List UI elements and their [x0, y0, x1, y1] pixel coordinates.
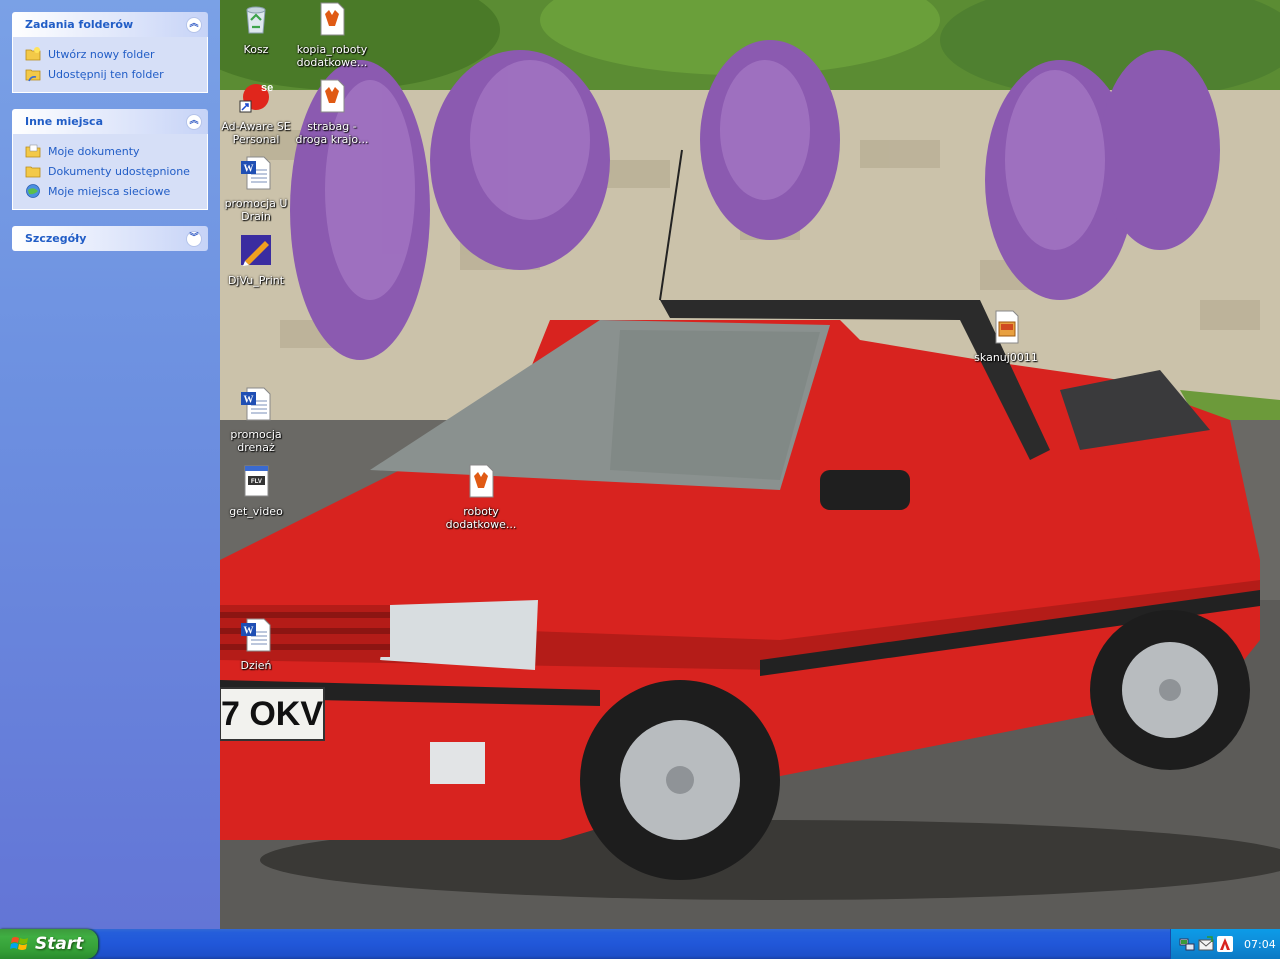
flv-file-icon: FLV: [244, 465, 269, 497]
fox-document-icon: [469, 464, 494, 498]
svg-text:W: W: [244, 164, 254, 175]
desktop-icon-label: kopia_roboty dodatkowe...: [296, 43, 368, 69]
desktop-icon-label: promocja drenaż: [230, 428, 282, 454]
task-label: Udostępnij ten folder: [48, 67, 164, 81]
folder-icon: [25, 144, 41, 158]
task-my-documents[interactable]: Moje dokumenty: [25, 141, 207, 161]
fox-document-icon: [320, 2, 345, 36]
desktop-wallpaper: 7 OKV: [220, 0, 1280, 929]
expand-chevron-icon[interactable]: ︾: [186, 230, 202, 247]
start-label: Start: [35, 934, 84, 954]
desktop-icon-label: Ad-Aware SE Personal: [221, 120, 291, 146]
collapse-chevron-icon[interactable]: ︽: [186, 16, 202, 33]
wallpaper-photo: 7 OKV: [220, 0, 1280, 929]
fox-document-icon: [320, 79, 345, 113]
desktop-icon-label: Kosz: [243, 43, 269, 56]
desktop-icon-label: DjVu_Print: [227, 274, 285, 287]
task-label: Dokumenty udostępnione: [48, 164, 190, 178]
taskbar: Start 07:04: [0, 929, 1280, 959]
task-network-places[interactable]: Moje miejsca sieciowe: [25, 181, 207, 201]
panel-title: Szczegóły: [25, 232, 87, 245]
svg-text:se: se: [261, 82, 273, 94]
panel-other-places: Inne miejsca ︽ Moje dokumenty Dokumenty …: [12, 109, 208, 210]
start-button[interactable]: Start: [0, 929, 98, 959]
image-file-icon: [995, 310, 1019, 344]
word-document-icon: W: [241, 387, 271, 421]
task-shared-documents[interactable]: Dokumenty udostępnione: [25, 161, 207, 181]
desktop-icon-kopia-roboty[interactable]: kopia_roboty dodatkowe...: [294, 2, 370, 69]
desktop-icon-label: get_video: [229, 505, 283, 518]
desktop-icon-recycle-bin[interactable]: Kosz: [218, 2, 294, 56]
svg-text:W: W: [244, 626, 254, 637]
desktop-icon-djvu-print[interactable]: DjVu_Print: [218, 233, 294, 287]
desktop-icon-dzien[interactable]: W Dzień: [218, 618, 294, 672]
panel-header-details[interactable]: Szczegóły ︾: [12, 226, 208, 251]
clock[interactable]: 07:04: [1244, 938, 1276, 951]
collapse-chevron-icon[interactable]: ︽: [186, 113, 202, 130]
task-share-folder[interactable]: Udostępnij ten folder: [25, 64, 207, 84]
desktop-icon-get-video[interactable]: FLV get_video: [218, 464, 294, 518]
word-document-icon: W: [241, 618, 271, 652]
djvu-print-icon: [241, 235, 271, 266]
task-label: Moje dokumenty: [48, 144, 140, 158]
system-tray: 07:04: [1170, 929, 1280, 959]
desktop-icon-label: roboty dodatkowe...: [445, 505, 517, 531]
network-icon: [26, 184, 40, 198]
task-label: Moje miejsca sieciowe: [48, 184, 171, 198]
svg-text:FLV: FLV: [251, 479, 262, 485]
mail-tray-icon[interactable]: [1198, 936, 1214, 952]
adaware-shortcut-icon: se: [239, 82, 273, 113]
desktop-icon-promocja-drenaz[interactable]: W promocja drenaż: [218, 387, 294, 454]
antivirus-tray-icon[interactable]: [1217, 936, 1233, 952]
task-pane: Zadania folderów ︽ Utwórz nowy folder Ud…: [0, 0, 220, 929]
panel-folder-tasks: Zadania folderów ︽ Utwórz nowy folder Ud…: [12, 12, 208, 93]
panel-title: Zadania folderów: [25, 18, 134, 31]
panel-body: Moje dokumenty Dokumenty udostępnione Mo…: [12, 134, 208, 210]
desktop-icon-label: skanuj0011: [974, 351, 1038, 364]
desktop-icon-label: promocja U Drain: [224, 197, 288, 223]
windows-logo-icon: [10, 937, 28, 950]
desktop-icon-adaware[interactable]: se Ad-Aware SE Personal: [218, 79, 294, 146]
panel-title: Inne miejsca: [25, 115, 103, 128]
network-tray-icon[interactable]: [1179, 936, 1195, 952]
desktop-icon-roboty-dodatkowe[interactable]: roboty dodatkowe...: [443, 464, 519, 531]
panel-header-folder-tasks[interactable]: Zadania folderów ︽: [12, 12, 208, 37]
panel-body: Utwórz nowy folder Udostępnij ten folder: [12, 37, 208, 93]
desktop-icon-strabag[interactable]: strabag - droga krajo...: [294, 79, 370, 146]
license-plate: 7 OKV: [221, 695, 323, 733]
task-label: Utwórz nowy folder: [48, 47, 155, 61]
desktop-icon-promocja-u-drain[interactable]: W promocja U Drain: [218, 156, 294, 223]
desktop-icon-skanuj0011[interactable]: skanuj0011: [968, 310, 1044, 364]
panel-header-other-places[interactable]: Inne miejsca ︽: [12, 109, 208, 134]
folder-icon: [25, 166, 41, 178]
panel-details: Szczegóły ︾: [12, 226, 208, 251]
svg-text:W: W: [244, 395, 254, 406]
share-folder-icon: [25, 69, 41, 82]
desktop-icon-label: Dzień: [240, 659, 272, 672]
new-folder-icon: [25, 47, 41, 61]
task-new-folder[interactable]: Utwórz nowy folder: [25, 44, 207, 64]
recycle-bin-icon: [246, 6, 266, 34]
desktop-icon-label: strabag - droga krajo...: [295, 120, 369, 146]
word-document-icon: W: [241, 156, 271, 190]
